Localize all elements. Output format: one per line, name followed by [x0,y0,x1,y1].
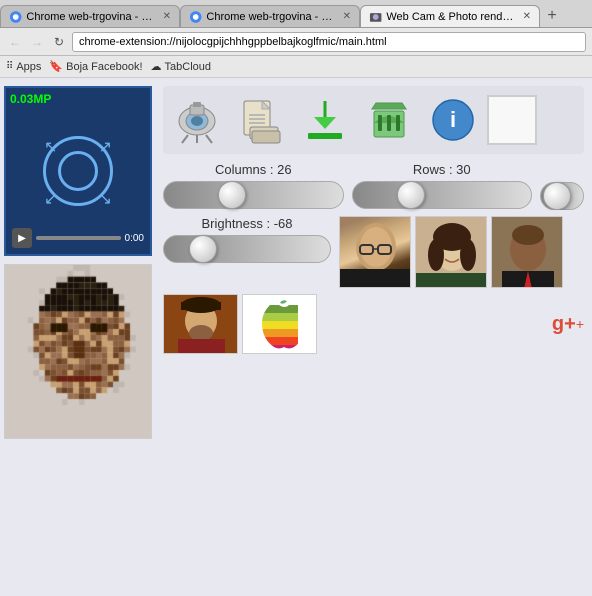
rows-slider-group: Rows : 30 [352,162,533,210]
brightness-slider-group: Brightness : -68 [163,216,331,263]
info-tool-button[interactable]: i [423,90,483,150]
brightness-row: Brightness : -68 [163,216,584,288]
boja-label: Boja Facebook! [66,61,142,73]
tab-3[interactable]: Web Cam & Photo render... ✕ [360,5,540,27]
webcam-tool-button[interactable] [167,90,227,150]
address-input[interactable] [72,32,586,52]
chrome-favicon-2 [189,10,202,24]
svg-text:i: i [450,107,456,132]
rows-thumb[interactable] [397,181,425,209]
tabcloud-bookmark[interactable]: ☁ TabCloud [151,60,211,73]
download-tool-icon [300,95,350,145]
thumb-henry[interactable] [163,294,238,354]
steve-icon [340,217,411,288]
info-tool-icon: i [428,95,478,145]
new-tab-button[interactable]: + [540,5,564,27]
top-sliders: Columns : 26 Rows : 30 [163,162,584,210]
bookmark-icon-1: 🔖 [49,60,63,73]
apps-grid-icon: ⠿ [6,61,13,72]
thumb-kate[interactable] [415,216,487,288]
recycle-tool-button[interactable] [359,90,419,150]
webcam-tool-icon [172,95,222,145]
tab-1[interactable]: Chrome web-trgovina - W... ✕ [0,5,180,27]
rows-track[interactable] [352,181,533,209]
back-button[interactable]: ← [6,33,24,51]
henry-icon [164,295,238,354]
pixel-canvas [5,265,152,439]
rows-label: Rows : 30 [352,162,533,177]
gplus-area: g+ + [552,313,584,336]
address-bar: ← → ↻ [0,28,592,56]
refresh-button[interactable]: ↻ [50,33,68,51]
thumb-apple[interactable] [242,294,317,354]
arrow-tr-icon: ↗ [99,137,112,157]
third-slider-group [540,162,584,210]
file-tool-button[interactable] [231,90,291,150]
tab-1-close[interactable]: ✕ [163,11,171,22]
video-area: 0.03MP ↖ ↗ ↙ ↘ ▶ 0:00 [4,86,152,256]
columns-label: Columns : 26 [163,162,344,177]
apps-bookmark[interactable]: ⠿ Apps [6,61,41,73]
left-panel: 0.03MP ↖ ↗ ↙ ↘ ▶ 0:00 [0,78,155,596]
download-tool-button[interactable] [295,90,355,150]
columns-slider-group: Columns : 26 [163,162,344,210]
tab-1-label: Chrome web-trgovina - W... [26,11,154,23]
gplus-button[interactable]: g+ [552,313,576,336]
webcam-symbol: ↖ ↗ ↙ ↘ [38,131,118,211]
mp-label: 0.03MP [10,92,51,106]
thumbnails-row-1 [339,216,563,288]
apple-logo-icon [252,297,307,352]
thumb-obama[interactable] [491,216,563,288]
play-button[interactable]: ▶ [12,228,32,248]
columns-track[interactable] [163,181,344,209]
third-thumb[interactable] [543,182,571,210]
brightness-label: Brightness : -68 [163,216,331,231]
recycle-tool-icon [364,95,414,145]
brightness-track[interactable] [163,235,331,263]
arrow-br-icon: ↘ [99,189,112,209]
cam-outer-ring: ↖ ↗ ↙ ↘ [43,136,113,206]
tabcloud-label: TabCloud [165,61,211,73]
page-content: 0.03MP ↖ ↗ ↙ ↘ ▶ 0:00 [0,78,592,596]
third-track[interactable] [540,182,584,210]
arrow-bl-icon: ↙ [44,189,57,209]
forward-button[interactable]: → [28,33,46,51]
thumbnails-row-2: g+ + [163,294,584,354]
chrome-favicon-1 [9,10,22,24]
gplus-plus-icon: + [576,316,584,332]
tab-2-close[interactable]: ✕ [343,11,351,22]
photo-preview-box[interactable] [487,95,537,145]
columns-thumb[interactable] [218,181,246,209]
time-display: 0:00 [125,233,144,244]
right-panel: i Columns : 26 Rows : 30 [155,78,592,596]
tab-2-label: Chrome web-trgovina - W... [206,11,334,23]
kate-icon [416,217,487,288]
bookmarks-bar: ⠿ Apps 🔖 Boja Facebook! ☁ TabCloud [0,56,592,78]
tab-bar: Chrome web-trgovina - W... ✕ Chrome web-… [0,0,592,28]
progress-bar[interactable] [36,236,121,240]
toolbar: i [163,86,584,154]
apps-label: Apps [16,61,41,73]
file-tool-icon [236,95,286,145]
tab-3-close[interactable]: ✕ [523,11,531,22]
arrow-tl-icon: ↖ [44,137,57,157]
thumb-steve[interactable] [339,216,411,288]
tab-2[interactable]: Chrome web-trgovina - W... ✕ [180,5,360,27]
video-controls: ▶ 0:00 [6,228,150,248]
boja-bookmark[interactable]: 🔖 Boja Facebook! [49,60,142,73]
pixel-art-area [4,264,152,439]
cloud-icon: ☁ [151,60,162,73]
camera-favicon [369,10,382,24]
obama-icon [492,217,563,288]
cam-inner-ring [58,151,98,191]
brightness-thumb[interactable] [189,235,217,263]
tab-3-label: Web Cam & Photo render... [386,11,514,23]
